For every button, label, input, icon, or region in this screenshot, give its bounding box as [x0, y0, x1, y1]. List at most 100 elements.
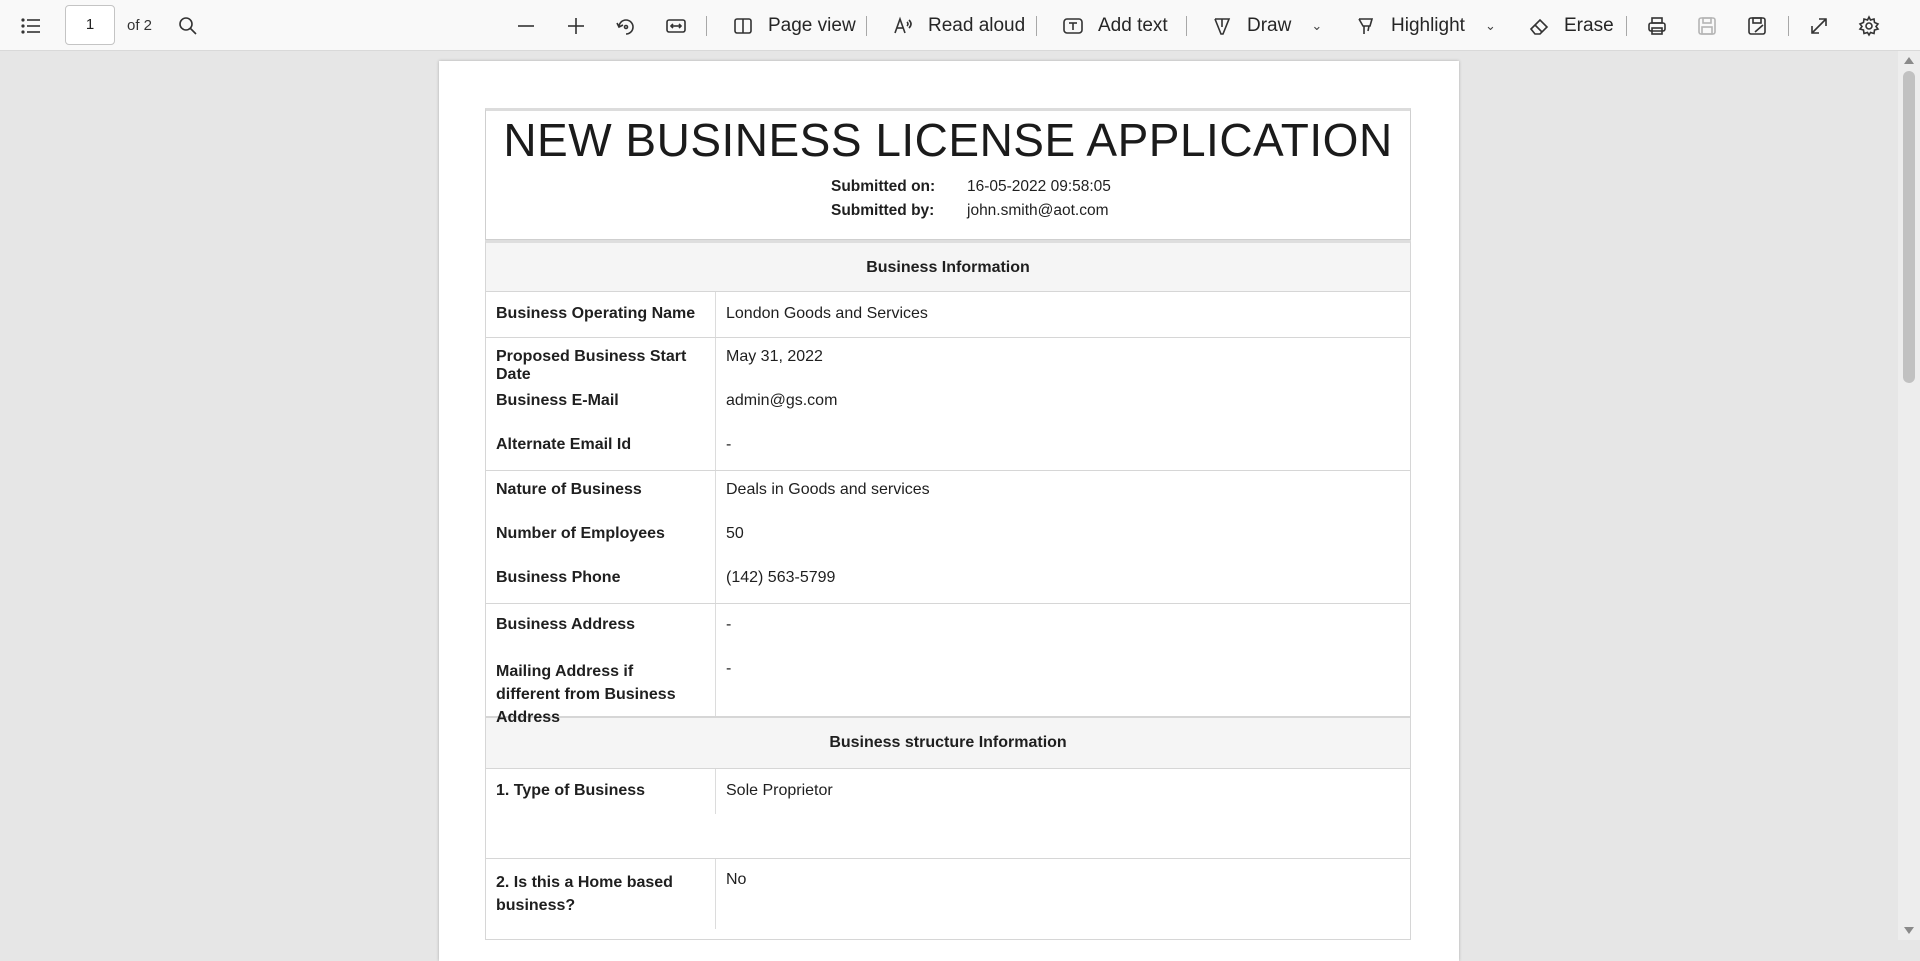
field-value: Sole Proprietor — [726, 782, 833, 799]
highlighter-icon — [1351, 11, 1381, 41]
highlight-label: Highlight — [1391, 14, 1465, 36]
page-view-icon — [728, 11, 758, 41]
rotate-icon — [611, 11, 641, 41]
field-label: Proposed Business Start Date — [496, 348, 687, 383]
field-value-column: No — [716, 859, 746, 929]
read-aloud-label: Read aloud — [928, 14, 1026, 36]
field-group: 1. Type of Business Sole Proprietor — [485, 769, 1411, 859]
field-rows: Nature of Business Number of Employees B… — [486, 471, 1410, 603]
save-button[interactable] — [1692, 0, 1722, 51]
find-button[interactable] — [173, 0, 203, 51]
field-label: Business Operating Name — [486, 292, 716, 337]
vertical-scrollbar[interactable] — [1898, 51, 1920, 940]
field-label-column: 2. Is this a Home based business? — [486, 859, 716, 929]
pdf-toolbar: 1 of 2 Page view Read aloud Add text Dra… — [0, 0, 1920, 51]
field-group: Nature of Business Number of Employees B… — [485, 471, 1411, 604]
save-disk-icon — [1692, 11, 1722, 41]
application-form: NEW BUSINESS LICENSE APPLICATION Submitt… — [485, 108, 1411, 940]
field-label: Number of Employees — [496, 525, 665, 542]
field-value-column: - - — [716, 604, 731, 716]
page-count: of 2 — [127, 17, 153, 34]
toolbar-divider — [706, 16, 707, 36]
settings-button[interactable] — [1854, 0, 1884, 51]
contents-button[interactable] — [16, 0, 46, 51]
add-text-icon — [1058, 11, 1088, 41]
table-row: 1. Type of Business Sole Proprietor — [486, 769, 1410, 814]
zoom-out-button[interactable] — [511, 0, 541, 51]
field-label-column: Business Address Mailing Address if diff… — [486, 604, 716, 726]
eraser-icon — [1524, 11, 1554, 41]
field-label: Alternate Email Id — [496, 436, 632, 453]
toolbar-divider — [1626, 16, 1627, 36]
erase-label: Erase — [1564, 14, 1614, 36]
field-label-column: Nature of Business Number of Employees B… — [486, 471, 716, 603]
table-row: Business Operating Name London Goods and… — [486, 292, 1410, 337]
rotate-button[interactable] — [611, 0, 641, 51]
page-view-button[interactable]: Page view — [728, 0, 856, 51]
printer-icon — [1642, 11, 1672, 41]
field-group: Business Operating Name London Goods and… — [485, 292, 1411, 338]
table-of-contents-icon — [16, 11, 46, 41]
field-value: May 31, 2022 — [726, 348, 823, 365]
field-value: - — [726, 436, 732, 453]
highlight-chevron-down-icon[interactable]: ⌄ — [1485, 18, 1496, 34]
print-button[interactable] — [1642, 0, 1672, 51]
fit-width-icon — [661, 11, 691, 41]
page-title: NEW BUSINESS LICENSE APPLICATION — [503, 114, 1393, 166]
submitted-on-label: Submitted on: — [831, 178, 936, 195]
toolbar-divider — [1788, 16, 1789, 36]
field-group: Business Address Mailing Address if diff… — [485, 604, 1411, 726]
field-label: Mailing Address if different from Busine… — [496, 663, 676, 726]
expand-icon — [1804, 11, 1834, 41]
highlight-button[interactable]: Highlight ⌄ — [1351, 0, 1496, 51]
fullscreen-button[interactable] — [1804, 0, 1834, 51]
plus-icon — [561, 11, 591, 41]
form-header: NEW BUSINESS LICENSE APPLICATION Submitt… — [485, 108, 1411, 240]
field-value: London Goods and Services — [726, 305, 928, 322]
draw-button[interactable]: Draw ⌄ — [1207, 0, 1322, 51]
field-group: 2. Is this a Home based business? No — [485, 859, 1411, 940]
field-label: Business E-Mail — [496, 392, 619, 409]
submitted-on-value: 16-05-2022 09:58:05 — [967, 178, 1111, 195]
add-text-button[interactable]: Add text — [1058, 0, 1168, 51]
field-value: Deals in Goods and services — [726, 481, 930, 498]
field-value: - — [726, 660, 732, 677]
field-rows: Business Address Mailing Address if diff… — [486, 604, 1410, 726]
submitted-by-value: john.smith@aot.com — [967, 202, 1109, 219]
page-number-input[interactable]: 1 — [65, 5, 115, 45]
erase-button[interactable]: Erase — [1524, 0, 1614, 51]
field-value: admin@gs.com — [726, 392, 838, 409]
submission-meta: Submitted on: 16-05-2022 09:58:05 Submit… — [486, 175, 1410, 223]
scroll-down-arrow-icon[interactable] — [1904, 927, 1914, 934]
field-value: (142) 563-5799 — [726, 569, 836, 586]
read-aloud-icon — [888, 11, 918, 41]
table-row: 2. Is this a Home based business? No — [486, 859, 1410, 929]
field-label-column: Proposed Business Start Date Business E-… — [486, 338, 716, 470]
field-group: Proposed Business Start Date Business E-… — [485, 338, 1411, 471]
save-as-button[interactable] — [1742, 0, 1772, 51]
draw-chevron-down-icon[interactable]: ⌄ — [1311, 18, 1322, 34]
pdf-page: NEW BUSINESS LICENSE APPLICATION Submitt… — [439, 61, 1459, 961]
minus-icon — [511, 11, 541, 41]
search-icon — [173, 11, 203, 41]
toolbar-divider — [1186, 16, 1187, 36]
scrollbar-thumb[interactable] — [1903, 71, 1915, 383]
submitted-by-label: Submitted by: — [831, 202, 935, 219]
fit-width-button[interactable] — [661, 0, 691, 51]
field-rows: Proposed Business Start Date Business E-… — [486, 338, 1410, 470]
add-text-label: Add text — [1098, 14, 1168, 36]
scroll-up-arrow-icon[interactable] — [1904, 57, 1914, 64]
read-aloud-button[interactable]: Read aloud — [888, 0, 1025, 51]
save-as-icon — [1742, 11, 1772, 41]
field-label: Business Address — [496, 616, 636, 633]
field-value-column: Deals in Goods and services 50 (142) 563… — [716, 471, 930, 603]
draw-pen-icon — [1207, 11, 1237, 41]
field-value-column: May 31, 2022 admin@gs.com - — [716, 338, 837, 470]
page-view-label: Page view — [768, 14, 856, 36]
field-value: - — [726, 616, 732, 633]
zoom-in-button[interactable] — [561, 0, 591, 51]
draw-label: Draw — [1247, 14, 1292, 36]
field-label: Nature of Business — [496, 481, 642, 498]
toolbar-divider — [1036, 16, 1037, 36]
field-value: 50 — [726, 525, 744, 542]
